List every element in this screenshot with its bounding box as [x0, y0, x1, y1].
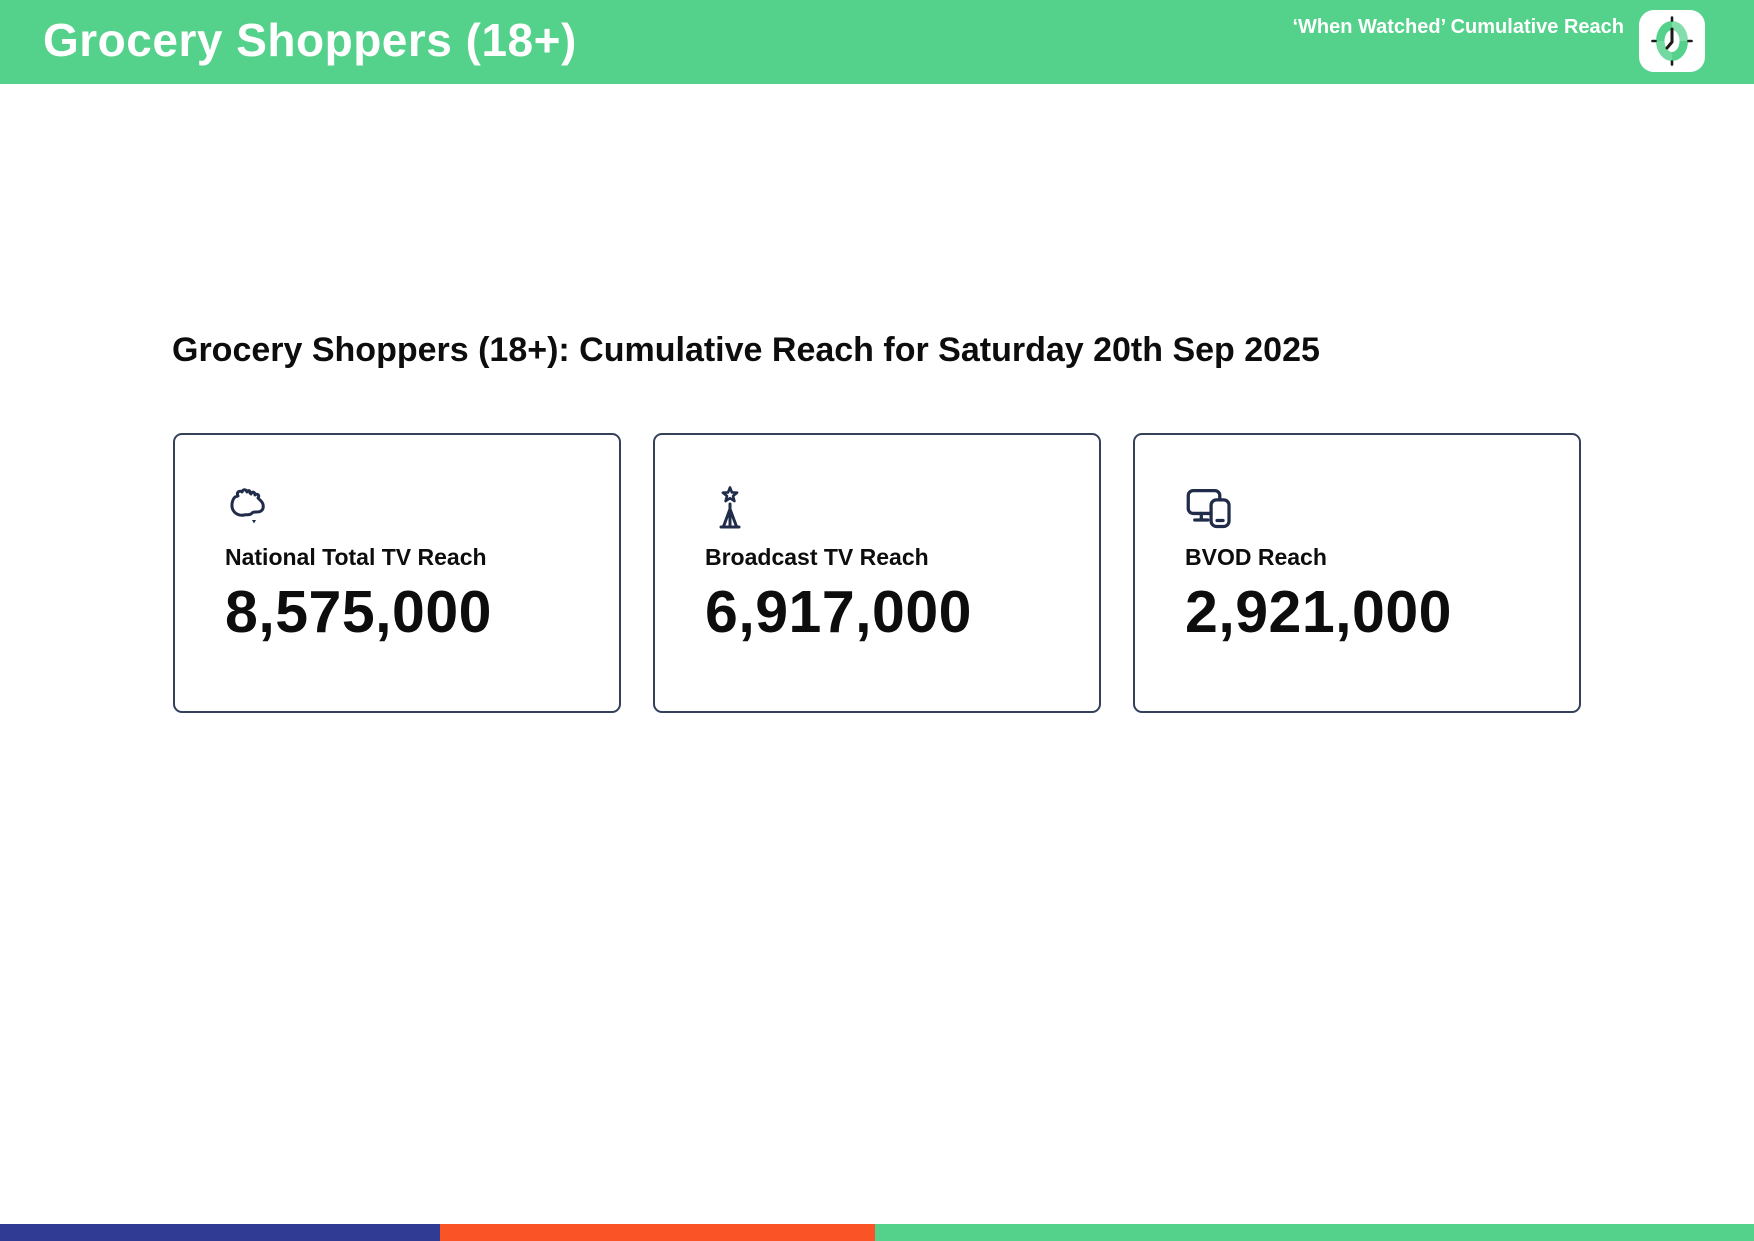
page-title: Grocery Shoppers (18+) — [43, 13, 577, 66]
kpi-cards-row: National Total TV Reach 8,575,000 Broadc… — [173, 433, 1581, 713]
app-logo — [1639, 10, 1705, 72]
tv-and-phone-icon — [1185, 485, 1579, 531]
footer-segment-green — [875, 1224, 1754, 1241]
header-subtitle: ‘When Watched’ Cumulative Reach — [1292, 16, 1624, 38]
footer-segment-orange — [440, 1224, 875, 1241]
kpi-label: BVOD Reach — [1185, 544, 1327, 570]
australia-map-icon — [225, 485, 619, 531]
app-header: Grocery Shoppers (18+) ‘When Watched’ Cu… — [0, 0, 1754, 84]
kpi-card-national-total-tv: National Total TV Reach 8,575,000 — [173, 433, 621, 713]
footer-segment-blue — [0, 1224, 440, 1241]
clock-icon — [1650, 15, 1694, 67]
kpi-value: 6,917,000 — [705, 579, 972, 645]
kpi-card-bvod: BVOD Reach 2,921,000 — [1133, 433, 1581, 713]
footer-color-bar — [0, 1224, 1754, 1241]
kpi-label: Broadcast TV Reach — [705, 544, 929, 570]
report-heading: Grocery Shoppers (18+): Cumulative Reach… — [172, 331, 1320, 369]
kpi-value: 8,575,000 — [225, 579, 492, 645]
kpi-value: 2,921,000 — [1185, 579, 1452, 645]
kpi-label: National Total TV Reach — [225, 544, 487, 570]
broadcast-tower-icon — [705, 485, 1099, 531]
kpi-card-broadcast-tv: Broadcast TV Reach 6,917,000 — [653, 433, 1101, 713]
